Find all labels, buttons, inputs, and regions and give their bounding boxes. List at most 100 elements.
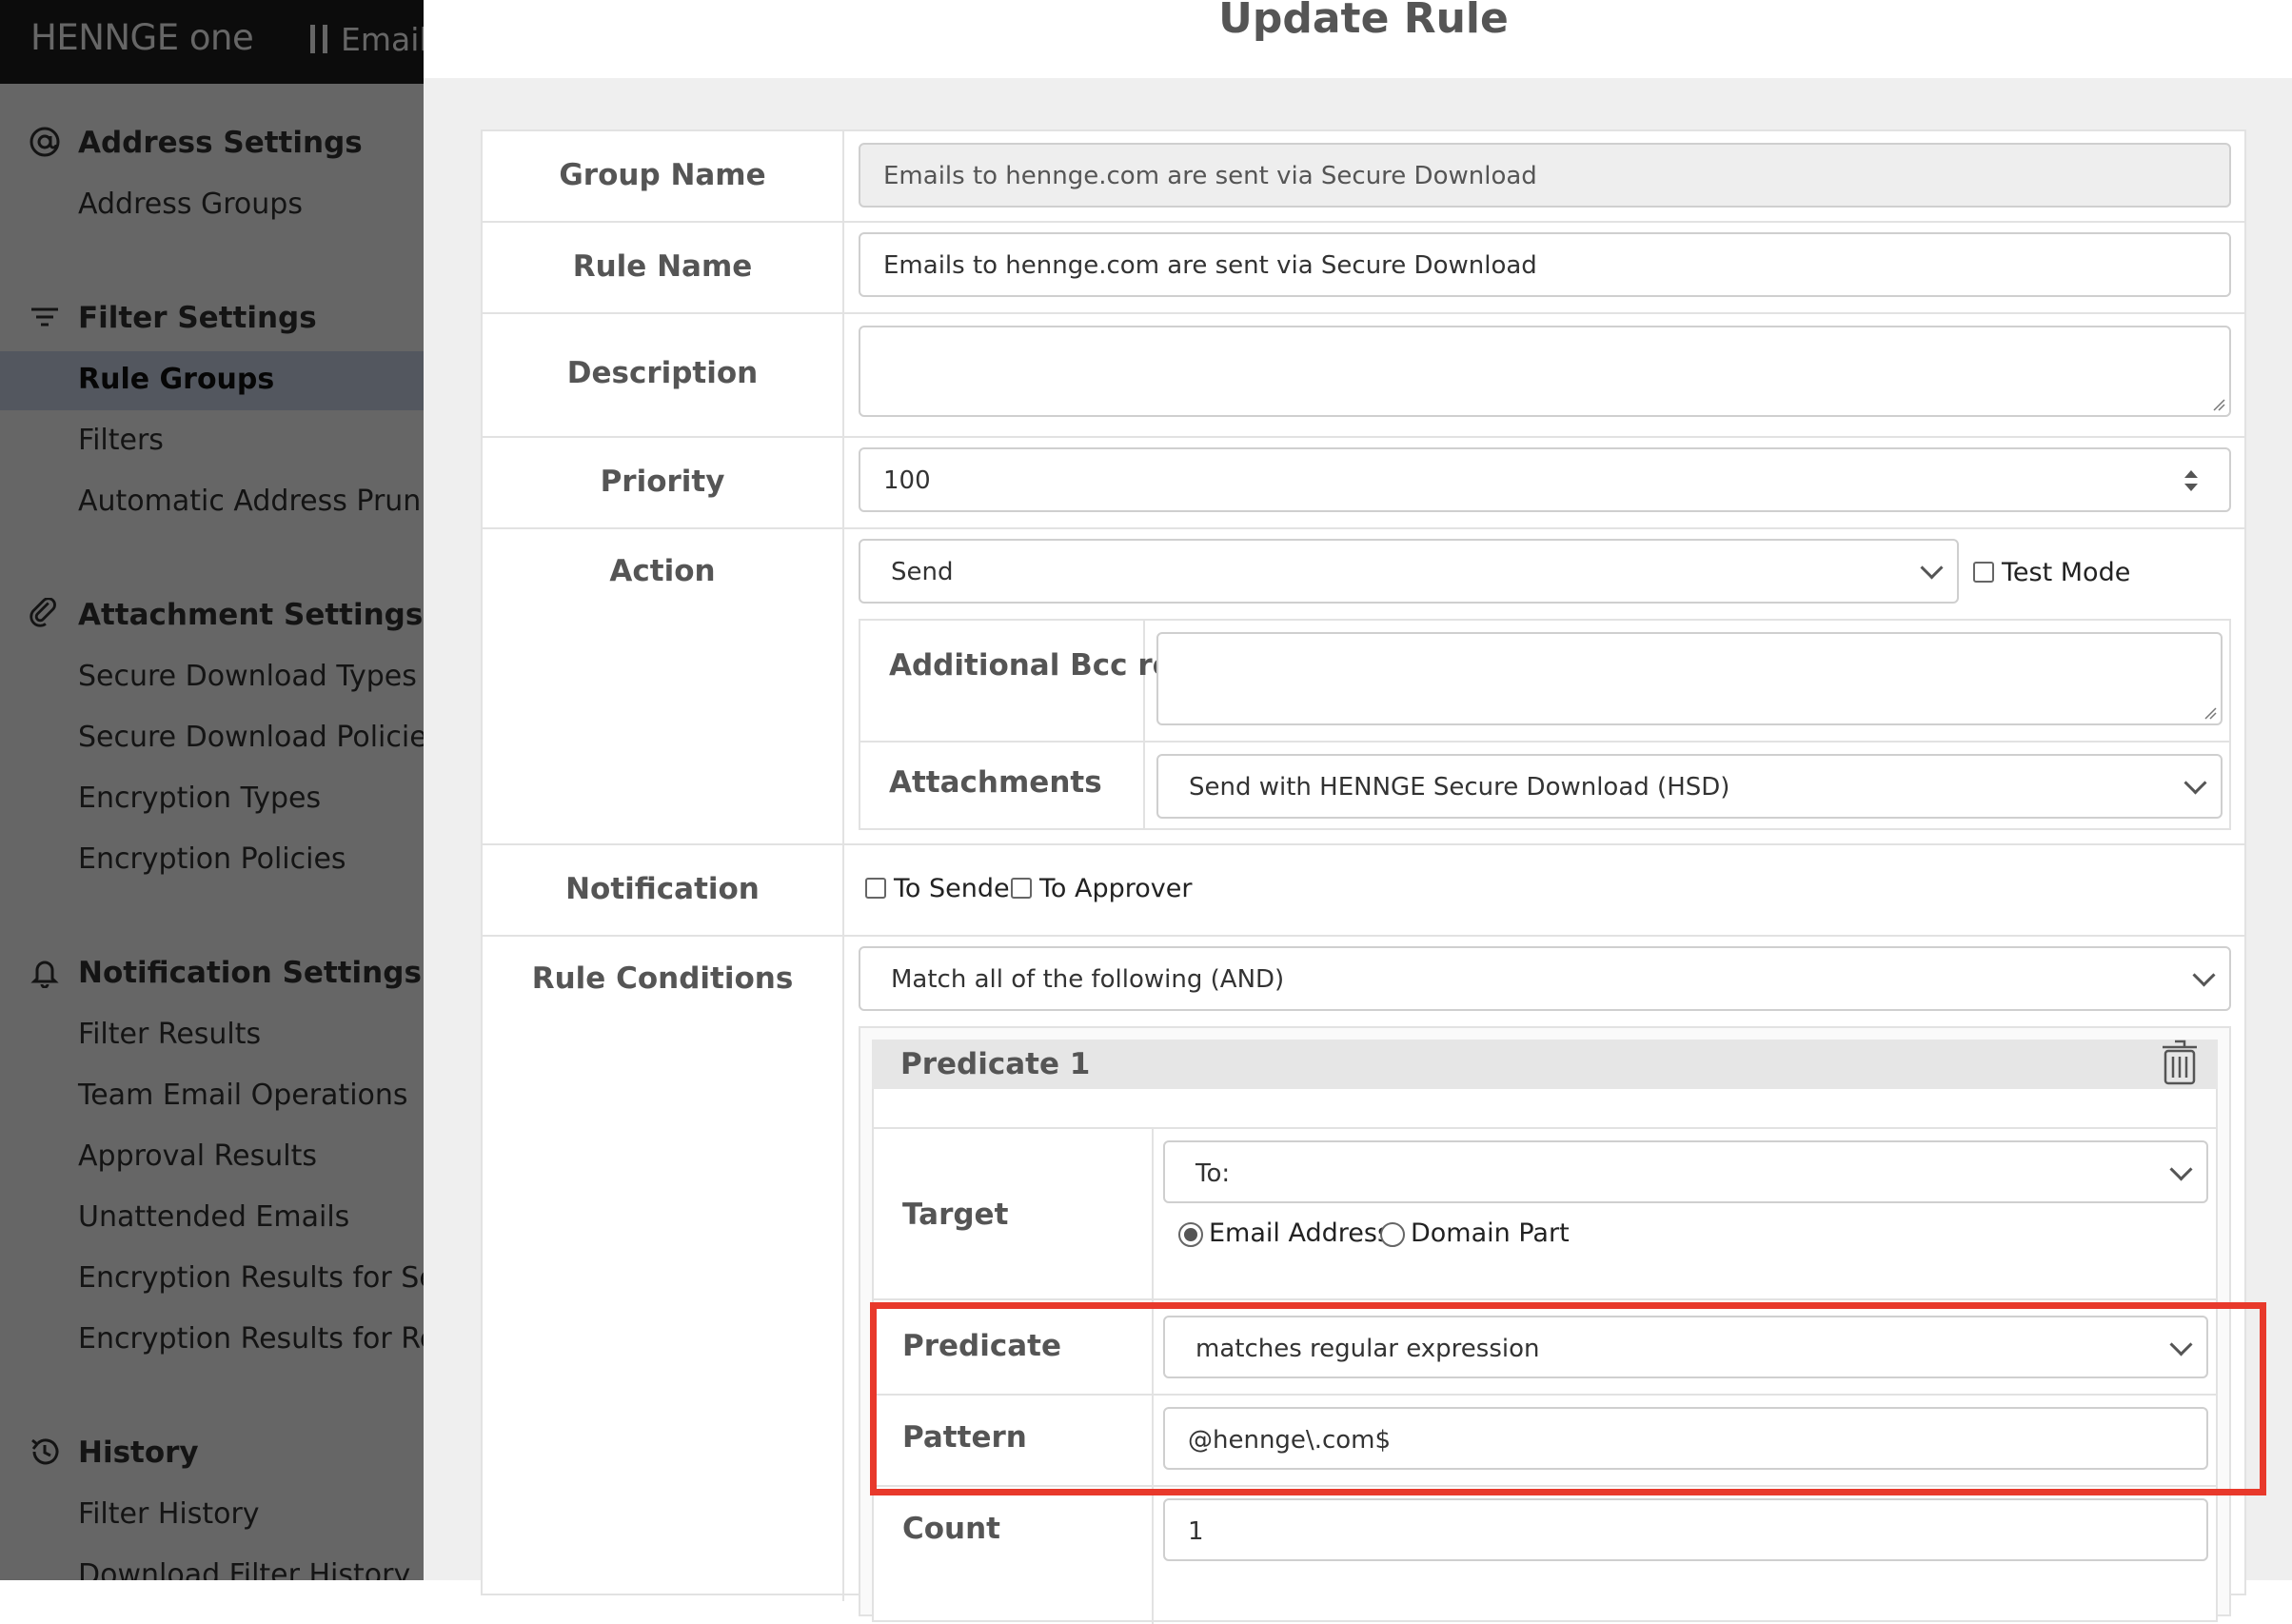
sidebar-section-title: Notification Settings bbox=[78, 956, 422, 990]
filter-icon bbox=[31, 307, 58, 327]
sidebar-item-label: Team Email Operations bbox=[78, 1079, 408, 1112]
test-mode-label: Test Mode bbox=[2002, 558, 2131, 587]
sidebar-item-encryption-types[interactable]: Encryption Types bbox=[0, 770, 424, 829]
sidebar-item-label: Unattended Emails bbox=[78, 1200, 350, 1234]
sidebar-section-address-settings: Address Settings bbox=[0, 118, 424, 166]
dialog-header: Update Rule bbox=[424, 0, 2292, 78]
update-rule-dialog: Update Rule Group Name Emails to hennge.… bbox=[424, 0, 2292, 1624]
email-address-radio[interactable] bbox=[1178, 1222, 1203, 1247]
count-input[interactable]: 1 bbox=[1163, 1498, 2208, 1561]
product-name: Email bbox=[341, 21, 424, 58]
sidebar-item-filter-results[interactable]: Filter Results bbox=[0, 1006, 424, 1065]
rule-name-input[interactable]: Emails to hennge.com are sent via Secure… bbox=[859, 232, 2231, 297]
predicate-card-header: Predicate 1 bbox=[872, 1040, 2218, 1089]
brand-logo: HENNGE one bbox=[30, 17, 254, 58]
row-description: Description bbox=[483, 312, 2244, 438]
highlight-box bbox=[870, 1302, 2266, 1495]
resize-handle-icon[interactable] bbox=[2212, 398, 2225, 411]
sidebar-item-encryption-results-recipients[interactable]: Encryption Results for Recipients bbox=[0, 1311, 424, 1370]
attachments-value: Send with HENNGE Secure Download (HSD) bbox=[1189, 773, 1730, 802]
sidebar-section-notification-settings: Notification Settings bbox=[0, 948, 424, 996]
action-value: Send bbox=[891, 558, 954, 586]
chevron-down-icon bbox=[2192, 963, 2216, 987]
app-background: HENNGE one Email Address Settings Addres… bbox=[0, 0, 424, 1580]
action-label: Action bbox=[609, 554, 716, 588]
priority-input[interactable]: 100 bbox=[859, 447, 2231, 512]
sidebar-item-filters[interactable]: Filters bbox=[0, 412, 424, 471]
sidebar-item-secure-download-types[interactable]: Secure Download Types bbox=[0, 648, 424, 707]
sidebar-item-label: Encryption Types bbox=[78, 782, 322, 815]
sidebar-section-title: History bbox=[78, 1436, 199, 1470]
sidebar-item-team-email-operations[interactable]: Team Email Operations bbox=[0, 1067, 424, 1126]
sidebar-item-label: Secure Download Policies bbox=[78, 721, 424, 754]
sidebar-item-label: Address Groups bbox=[78, 188, 303, 221]
row-action: Action Send Test Mode Additional Bcc rec… bbox=[483, 527, 2244, 845]
domain-part-label: Domain Part bbox=[1411, 1218, 1570, 1248]
to-approver-label: To Approver bbox=[1039, 874, 1193, 903]
sidebar-item-label: Approval Results bbox=[78, 1139, 317, 1173]
number-stepper-icon[interactable] bbox=[2180, 465, 2203, 497]
test-mode-checkbox[interactable] bbox=[1973, 562, 1994, 583]
sidebar-item-secure-download-policies[interactable]: Secure Download Policies bbox=[0, 709, 424, 768]
resize-handle-icon[interactable] bbox=[2203, 706, 2217, 720]
count-label: Count bbox=[902, 1512, 1001, 1546]
action-select[interactable]: Send bbox=[859, 539, 1959, 604]
at-sign-icon bbox=[30, 127, 60, 157]
action-details-table: Additional Bcc recipients Attachments Se… bbox=[859, 619, 2231, 830]
sidebar-item-label: Rule Groups bbox=[78, 363, 275, 396]
description-label: Description bbox=[566, 356, 759, 390]
match-mode-select[interactable]: Match all of the following (AND) bbox=[859, 946, 2231, 1011]
chevron-down-icon bbox=[2183, 771, 2207, 795]
sidebar-section-title: Filter Settings bbox=[78, 301, 317, 335]
sidebar-section-filter-settings: Filter Settings bbox=[0, 293, 424, 341]
group-name-value: Emails to hennge.com are sent via Secure… bbox=[883, 162, 1537, 190]
sidebar-section-title: Address Settings bbox=[78, 126, 363, 160]
priority-label: Priority bbox=[600, 465, 725, 499]
sidebar-item-address-groups[interactable]: Address Groups bbox=[0, 176, 424, 235]
to-sender-checkbox[interactable] bbox=[865, 878, 886, 899]
sidebar-item-automatic-address-pruning[interactable]: Automatic Address Pruning bbox=[0, 473, 424, 532]
count-value: 1 bbox=[1188, 1517, 1204, 1546]
domain-part-radio[interactable] bbox=[1380, 1222, 1405, 1247]
row-notification: Notification To Sender To Approver bbox=[483, 843, 2244, 937]
row-priority: Priority 100 bbox=[483, 436, 2244, 529]
sidebar-section-history: History bbox=[0, 1428, 424, 1475]
product-switcher[interactable]: Email bbox=[310, 21, 424, 58]
to-approver-checkbox[interactable] bbox=[1011, 878, 1032, 899]
attachments-select[interactable]: Send with HENNGE Secure Download (HSD) bbox=[1156, 754, 2223, 819]
target-select[interactable]: To: bbox=[1163, 1140, 2208, 1203]
target-label: Target bbox=[902, 1198, 1009, 1232]
match-mode-value: Match all of the following (AND) bbox=[891, 965, 1285, 994]
rule-name-value: Emails to hennge.com are sent via Secure… bbox=[883, 251, 1537, 280]
top-bar: HENNGE one Email bbox=[0, 0, 424, 84]
rule-conditions-label: Rule Conditions bbox=[531, 961, 794, 996]
sidebar-item-approval-results[interactable]: Approval Results bbox=[0, 1128, 424, 1187]
sidebar-item-encryption-results-senders[interactable]: Encryption Results for Senders bbox=[0, 1250, 424, 1309]
rule-name-label: Rule Name bbox=[572, 249, 753, 284]
sidebar-item-unattended-emails[interactable]: Unattended Emails bbox=[0, 1189, 424, 1248]
sidebar-item-filter-history[interactable]: Filter History bbox=[0, 1486, 424, 1545]
group-name-input: Emails to hennge.com are sent via Secure… bbox=[859, 143, 2231, 208]
to-sender-label: To Sender bbox=[894, 874, 1020, 903]
sidebar-item-label: Secure Download Types bbox=[78, 660, 417, 693]
sidebar-item-label: Encryption Results for Senders bbox=[78, 1261, 424, 1295]
dialog-title: Update Rule bbox=[1218, 0, 1509, 43]
row-rule-name: Rule Name Emails to hennge.com are sent … bbox=[483, 221, 2244, 314]
group-name-label: Group Name bbox=[559, 158, 766, 192]
paperclip-icon bbox=[30, 598, 56, 627]
bell-icon bbox=[30, 961, 59, 988]
sidebar-item-rule-groups[interactable]: Rule Groups bbox=[0, 351, 424, 410]
sidebar-item-encryption-policies[interactable]: Encryption Policies bbox=[0, 831, 424, 890]
description-textarea[interactable] bbox=[859, 326, 2231, 417]
sidebar-item-label: Filters bbox=[78, 424, 164, 457]
trash-icon[interactable] bbox=[2159, 1038, 2201, 1087]
priority-value: 100 bbox=[883, 466, 931, 495]
sidebar-section-title: Attachment Settings bbox=[78, 598, 424, 632]
sidebar-section-attachment-settings: Attachment Settings bbox=[0, 590, 424, 638]
notification-label: Notification bbox=[565, 872, 760, 906]
sidebar-item-label: Download Filter History bbox=[78, 1558, 411, 1580]
sidebar-item-label: Filter History bbox=[78, 1497, 260, 1531]
chevron-down-icon bbox=[1920, 556, 1944, 580]
bcc-textarea[interactable] bbox=[1156, 632, 2223, 725]
sidebar-item-download-filter-history[interactable]: Download Filter History bbox=[0, 1547, 424, 1580]
